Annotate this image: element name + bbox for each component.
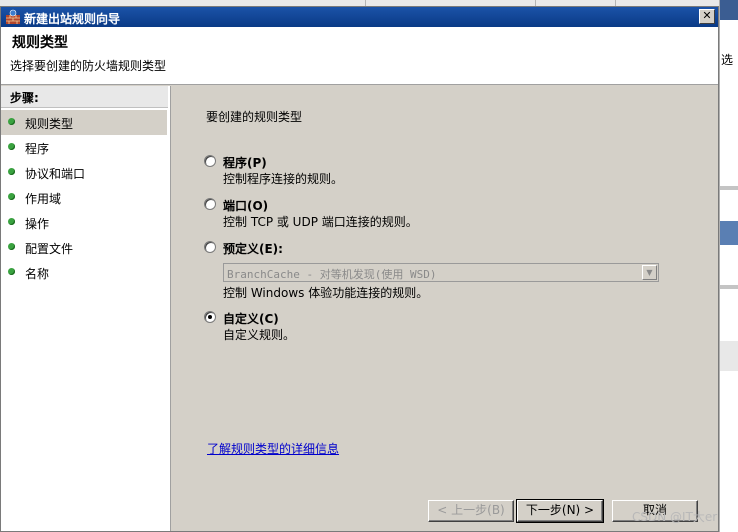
step-bullet-icon — [8, 268, 15, 275]
next-button[interactable]: 下一步(N) > — [516, 499, 604, 523]
steps-panel: 步骤: 规则类型 程序 协议和端口 作用域 操作 配置文件 名称 — [1, 86, 171, 531]
step-label: 操作 — [25, 217, 50, 231]
content-panel: 要创建的规则类型 程序(P) 控制程序连接的规则。 端口(O) 控制 TCP 或… — [172, 86, 718, 531]
port-radio[interactable] — [204, 198, 216, 210]
step-item-protocol-ports[interactable]: 协议和端口 — [1, 160, 167, 185]
step-bullet-icon — [8, 243, 15, 250]
option-label[interactable]: 预定义(E): — [223, 240, 283, 257]
option-label[interactable]: 端口(O) — [223, 197, 268, 214]
option-description: 控制程序连接的规则。 — [223, 172, 344, 186]
program-radio[interactable] — [204, 155, 216, 167]
background-divider — [720, 186, 738, 190]
step-label: 程序 — [25, 142, 50, 156]
step-label: 规则类型 — [25, 117, 74, 131]
close-button[interactable]: ✕ — [699, 9, 715, 24]
step-bullet-icon — [8, 118, 15, 125]
chevron-down-icon[interactable]: ▼ — [642, 265, 657, 280]
option-description: 控制 Windows 体验功能连接的规则。 — [223, 286, 429, 300]
option-label[interactable]: 自定义(C) — [223, 310, 279, 327]
step-item-profile[interactable]: 配置文件 — [1, 235, 167, 260]
background-right-panel: 选 — [719, 0, 738, 532]
predefined-select[interactable]: BranchCache - 对等机发现(使用 WSD) ▼ — [223, 263, 659, 282]
background-text: 选 — [721, 53, 734, 67]
step-label: 作用域 — [25, 192, 62, 206]
background-divider — [720, 285, 738, 289]
custom-radio[interactable] — [204, 311, 216, 323]
wizard-dialog: 新建出站规则向导 ✕ 规则类型 选择要创建的防火墙规则类型 步骤: 规则类型 程… — [0, 6, 719, 532]
step-item-scope[interactable]: 作用域 — [1, 185, 167, 210]
page-title: 规则类型 — [12, 35, 68, 51]
help-link[interactable]: 了解规则类型的详细信息 — [207, 440, 339, 457]
back-button[interactable]: < 上一步(B) — [428, 500, 514, 522]
page-subtitle: 选择要创建的防火墙规则类型 — [10, 59, 167, 73]
steps-heading: 步骤: — [1, 86, 168, 108]
step-bullet-icon — [8, 168, 15, 175]
option-label[interactable]: 程序(P) — [223, 154, 267, 171]
step-label: 配置文件 — [25, 242, 74, 256]
background-panel-header — [720, 0, 738, 20]
title-bar[interactable]: 新建出站规则向导 ✕ — [1, 7, 718, 27]
step-bullet-icon — [8, 143, 15, 150]
step-bullet-icon — [8, 218, 15, 225]
step-label: 协议和端口 — [25, 167, 86, 181]
rule-type-prompt: 要创建的规则类型 — [206, 110, 303, 124]
option-description: 控制 TCP 或 UDP 端口连接的规则。 — [223, 215, 418, 229]
step-item-program[interactable]: 程序 — [1, 135, 167, 160]
steps-heading-label: 步骤: — [10, 91, 39, 105]
step-item-rule-type[interactable]: 规则类型 — [1, 110, 167, 135]
watermark: CSDN @IT大er — [632, 510, 718, 524]
firewall-icon — [6, 9, 20, 24]
predefined-select-value: BranchCache - 对等机发现(使用 WSD) — [227, 268, 437, 281]
step-bullet-icon — [8, 193, 15, 200]
wizard-header: 规则类型 选择要创建的防火墙规则类型 — [1, 27, 718, 85]
step-item-action[interactable]: 操作 — [1, 210, 167, 235]
dialog-title: 新建出站规则向导 — [24, 12, 121, 26]
predefined-radio[interactable] — [204, 241, 216, 253]
step-item-name[interactable]: 名称 — [1, 260, 167, 285]
background-selected-row — [720, 221, 738, 245]
step-label: 名称 — [25, 267, 50, 281]
option-description: 自定义规则。 — [223, 328, 296, 342]
background-row — [720, 341, 738, 371]
